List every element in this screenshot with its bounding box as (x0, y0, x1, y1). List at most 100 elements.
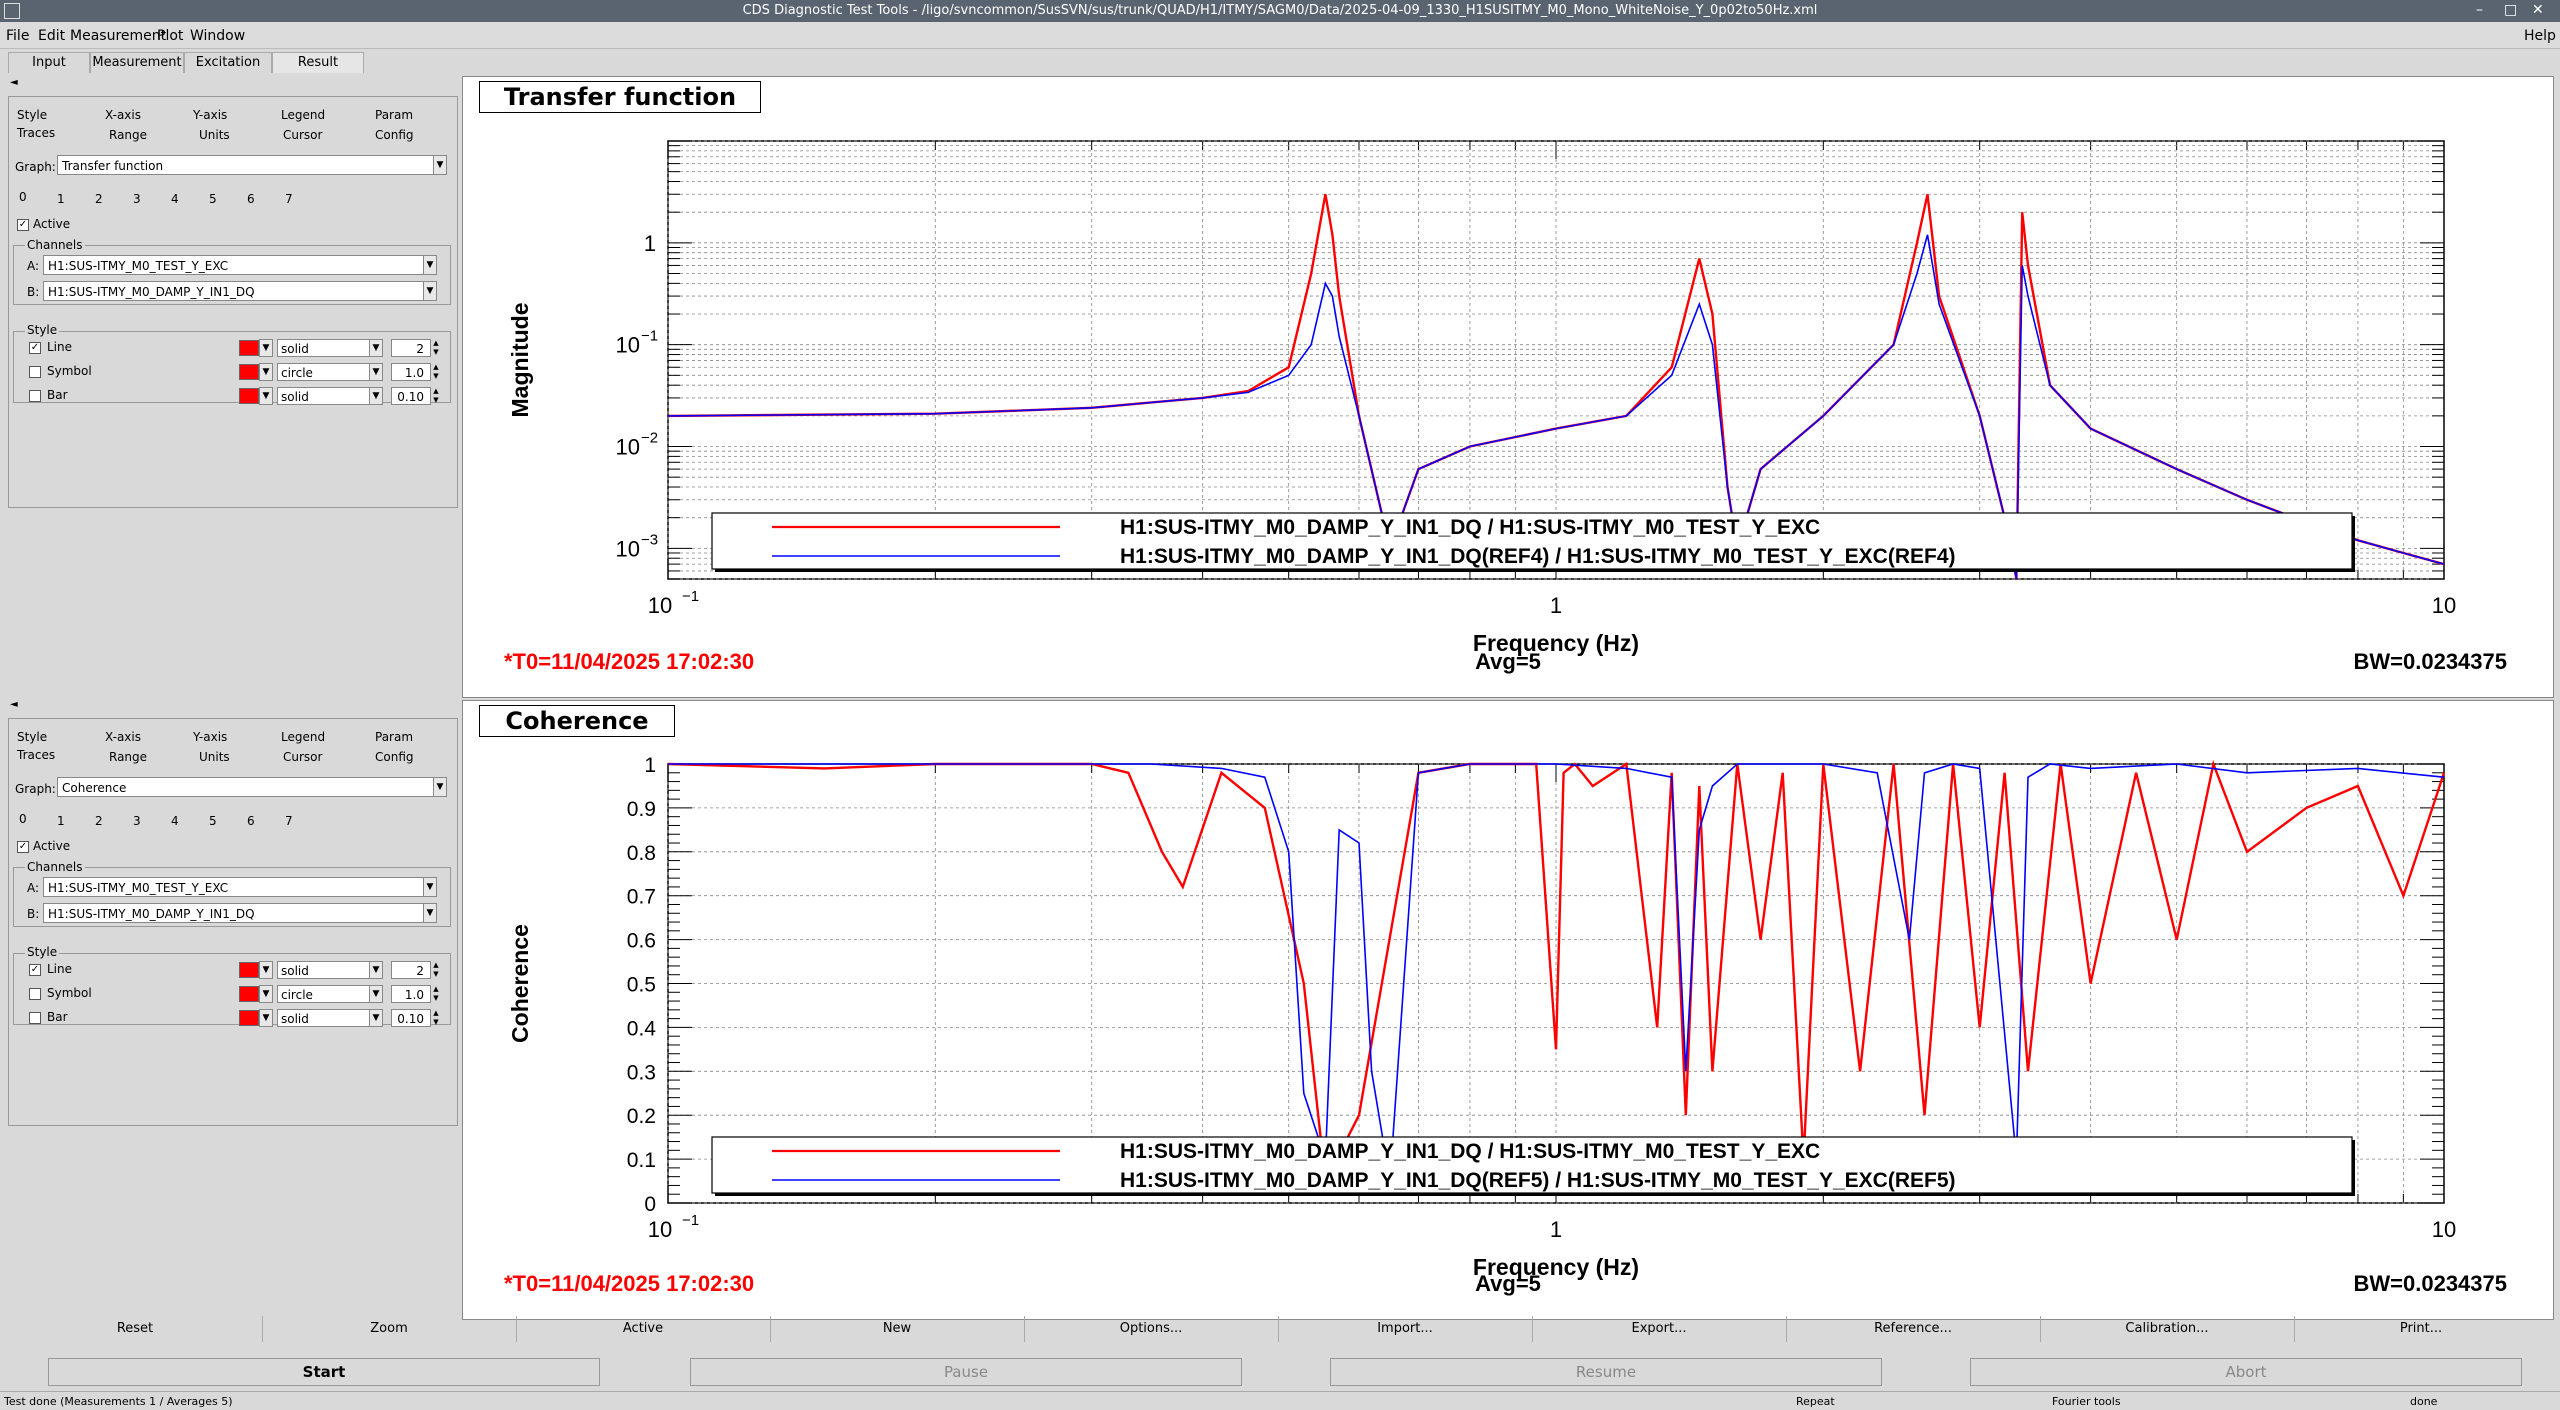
chevron-down-icon[interactable]: ▼ (433, 155, 447, 175)
symbol-style-select[interactable]: circle (277, 363, 375, 381)
chevron-down-icon[interactable]: ▼ (369, 387, 383, 405)
trace-tab-1[interactable]: 1 (57, 192, 65, 206)
maximize-icon[interactable]: □ (2504, 2, 2517, 18)
stepper-icon[interactable]: ▲ ▼ (431, 339, 441, 357)
ptab-range[interactable]: Range (109, 128, 147, 142)
coherence-chart[interactable]: 10 −1 1 1000.10.20.30.40.50.60.70.80.91Freq… (462, 700, 2552, 1310)
trace-tab-7[interactable]: 7 (285, 814, 293, 828)
ptab-traces[interactable]: Traces (17, 126, 55, 140)
bar-style-select[interactable]: solid (277, 387, 375, 405)
ptab-legend[interactable]: Legend (281, 108, 325, 122)
ptab-cursor[interactable]: Cursor (283, 750, 322, 764)
new-button[interactable]: New (770, 1316, 1025, 1342)
menu-plot[interactable]: Plot (157, 28, 183, 44)
trace-tab-6[interactable]: 6 (247, 192, 255, 206)
active-button[interactable]: Active (516, 1316, 771, 1342)
print-button[interactable]: Print... (2294, 1316, 2548, 1342)
chevron-down-icon[interactable]: ▼ (433, 777, 447, 797)
trace-tab-2[interactable]: 2 (95, 814, 103, 828)
bar-checkbox[interactable] (29, 1012, 41, 1024)
chan-b-field[interactable]: H1:SUS-ITMY_M0_DAMP_Y_IN1_DQ (43, 281, 437, 301)
resume-button[interactable]: Resume (1330, 1358, 1882, 1386)
ptab-config[interactable]: Config (375, 750, 414, 764)
symbol-checkbox[interactable] (29, 366, 41, 378)
ptab-units[interactable]: Units (199, 128, 230, 142)
options-button[interactable]: Options... (1024, 1316, 1279, 1342)
trace-tab-3[interactable]: 3 (133, 192, 141, 206)
stepper-icon[interactable]: ▲ ▼ (431, 1009, 441, 1027)
ptab-traces[interactable]: Traces (17, 748, 55, 762)
chevron-down-icon[interactable]: ▼ (259, 363, 273, 381)
chevron-down-icon[interactable]: ▼ (369, 1009, 383, 1027)
calibration-button[interactable]: Calibration... (2040, 1316, 2295, 1342)
chevron-down-icon[interactable]: ▼ (259, 387, 273, 405)
tab-result[interactable]: Result (272, 52, 364, 73)
bar-checkbox[interactable] (29, 390, 41, 402)
chan-a-field[interactable]: H1:SUS-ITMY_M0_TEST_Y_EXC (43, 877, 437, 897)
chevron-down-icon[interactable]: ▼ (423, 903, 437, 923)
abort-button[interactable]: Abort (1970, 1358, 2522, 1386)
menu-file[interactable]: File (6, 28, 29, 44)
bar-width-input[interactable]: 0.10 (391, 387, 431, 405)
chevron-down-icon[interactable]: ▼ (369, 985, 383, 1003)
zoom-button[interactable]: Zoom (262, 1316, 517, 1342)
symbol-style-select[interactable]: circle (277, 985, 375, 1003)
chan-b-field[interactable]: H1:SUS-ITMY_M0_DAMP_Y_IN1_DQ (43, 903, 437, 923)
ptab-range[interactable]: Range (109, 750, 147, 764)
menu-window[interactable]: Window (190, 28, 245, 44)
symbol-color-swatch[interactable] (239, 364, 259, 380)
symbol-size-input[interactable]: 1.0 (391, 985, 431, 1003)
start-button[interactable]: Start (48, 1358, 600, 1386)
trace-tab-0[interactable]: 0 (19, 190, 27, 204)
bar-width-input[interactable]: 0.10 (391, 1009, 431, 1027)
stepper-icon[interactable]: ▲ ▼ (431, 363, 441, 381)
trace-tab-2[interactable]: 2 (95, 192, 103, 206)
ptab-units[interactable]: Units (199, 750, 230, 764)
ptab-yaxis[interactable]: Y-axis (193, 730, 227, 744)
menu-measurement[interactable]: Measurement (70, 28, 166, 44)
menu-help[interactable]: Help (2524, 28, 2556, 44)
bar-style-select[interactable]: solid (277, 1009, 375, 1027)
line-width-input[interactable]: 2 (391, 961, 431, 979)
ptab-param[interactable]: Param (375, 108, 413, 122)
chevron-down-icon[interactable]: ▼ (369, 961, 383, 979)
ptab-legend[interactable]: Legend (281, 730, 325, 744)
trace-tab-4[interactable]: 4 (171, 192, 179, 206)
chevron-down-icon[interactable]: ▼ (423, 255, 437, 275)
trace-tab-0[interactable]: 0 (19, 812, 27, 826)
ptab-style[interactable]: Style (17, 730, 47, 744)
symbol-size-input[interactable]: 1.0 (391, 363, 431, 381)
line-style-select[interactable]: solid (277, 339, 375, 357)
ptab-xaxis[interactable]: X-axis (105, 108, 141, 122)
symbol-checkbox[interactable] (29, 988, 41, 1000)
close-icon[interactable]: ✕ (2532, 2, 2544, 18)
menu-edit[interactable]: Edit (38, 28, 65, 44)
trace-tab-4[interactable]: 4 (171, 814, 179, 828)
stepper-icon[interactable]: ▲ ▼ (431, 985, 441, 1003)
symbol-color-swatch[interactable] (239, 986, 259, 1002)
active-checkbox[interactable]: ✓ (17, 841, 29, 853)
line-color-swatch[interactable] (239, 962, 259, 978)
tab-excitation[interactable]: Excitation (184, 52, 272, 73)
trace-tab-6[interactable]: 6 (247, 814, 255, 828)
ptab-config[interactable]: Config (375, 128, 414, 142)
ptab-xaxis[interactable]: X-axis (105, 730, 141, 744)
reference-button[interactable]: Reference... (1786, 1316, 2041, 1342)
chevron-down-icon[interactable]: ▼ (259, 985, 273, 1003)
line-style-select[interactable]: solid (277, 961, 375, 979)
chan-a-field[interactable]: H1:SUS-ITMY_M0_TEST_Y_EXC (43, 255, 437, 275)
reset-button[interactable]: Reset (8, 1316, 263, 1342)
line-width-input[interactable]: 2 (391, 339, 431, 357)
bar-color-swatch[interactable] (239, 1010, 259, 1026)
export-button[interactable]: Export... (1532, 1316, 1787, 1342)
graph-select[interactable]: Coherence (57, 777, 443, 797)
ptab-yaxis[interactable]: Y-axis (193, 108, 227, 122)
trace-tab-3[interactable]: 3 (133, 814, 141, 828)
stepper-icon[interactable]: ▲ ▼ (431, 387, 441, 405)
active-checkbox[interactable]: ✓ (17, 219, 29, 231)
trace-tab-5[interactable]: 5 (209, 814, 217, 828)
chevron-down-icon[interactable]: ▼ (259, 339, 273, 357)
line-color-swatch[interactable] (239, 340, 259, 356)
collapse-arrow-bottom[interactable]: ◄ (10, 699, 18, 710)
ptab-param[interactable]: Param (375, 730, 413, 744)
